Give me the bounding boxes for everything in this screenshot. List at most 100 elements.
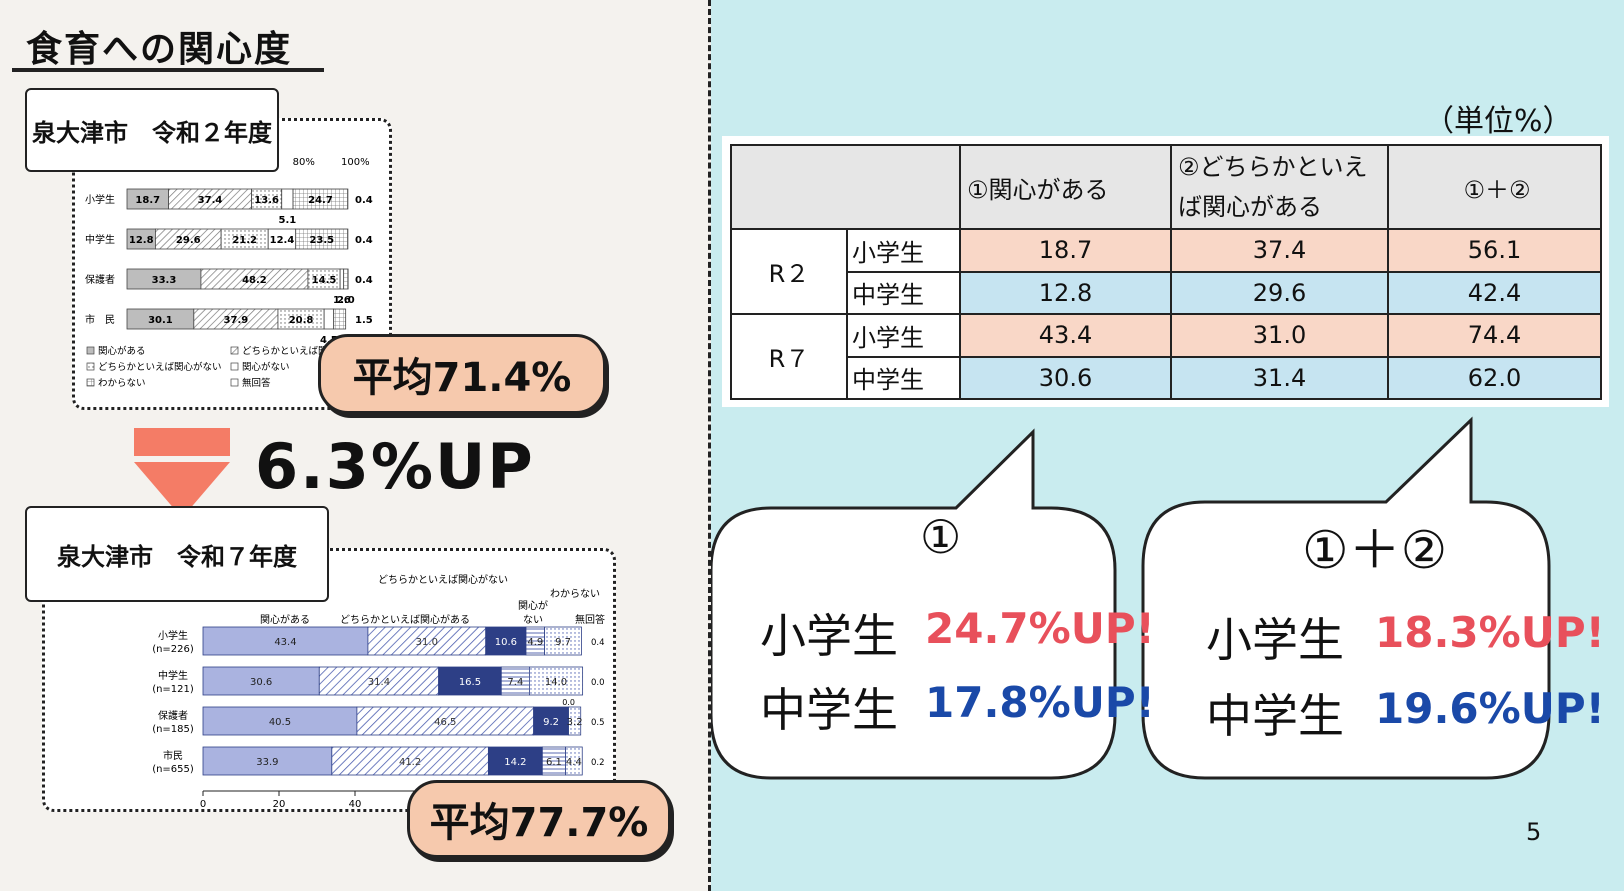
legend-swatch: [86, 378, 95, 387]
data-label: 48.2: [242, 275, 267, 286]
table-cell: 74.4: [1387, 313, 1602, 358]
data-label: 0.4: [355, 195, 373, 206]
left-panel: 食育への関心度 80% 100% 小学生 18.7 37.4 13.6 5.1 24.7 0.4…: [0, 0, 708, 891]
data-label: 0.5: [591, 718, 605, 728]
series-header: どちらかといえば関心がある: [340, 613, 470, 626]
table-cell: 56.1: [1387, 228, 1602, 273]
r7-average-pill: 平均77.7%: [407, 780, 671, 858]
legend-swatch: [230, 346, 239, 355]
bubble1-elem-label: 小学生: [760, 609, 898, 663]
table-header-empty: [730, 144, 961, 230]
data-label: 24.7: [308, 195, 333, 206]
data-label: 2.0: [337, 295, 355, 306]
legend-label: 関心がない: [242, 361, 290, 373]
table-cell: 62.0: [1387, 355, 1602, 400]
comparison-table: ①関心がある ②どちらかといえば関心がある ①＋② R２ 小学生 18.7 37…: [730, 144, 1602, 400]
data-label: 4.9: [527, 637, 543, 648]
x-tick-label: 40: [349, 799, 362, 809]
category-count: (n=121): [152, 684, 194, 695]
bubble2-elem-label: 小学生: [1206, 613, 1344, 667]
legend-swatch: [86, 362, 95, 371]
table-group-cell: 中学生: [846, 355, 961, 400]
category-count: (n=655): [152, 764, 194, 775]
table-cell: 29.6: [1170, 270, 1389, 315]
legend-label: 関心がある: [98, 345, 146, 357]
data-label: 37.4: [198, 195, 223, 206]
data-label: 41.2: [399, 757, 421, 768]
category-label: 中学生: [158, 669, 188, 682]
data-label: 46.5: [434, 717, 456, 728]
bubble2-mid-value: 19.6%UP!: [1375, 684, 1605, 733]
bar-segment: [343, 268, 349, 290]
data-label: 0.2: [591, 758, 605, 768]
data-label: 30.1: [148, 315, 173, 326]
category-count: (n=226): [152, 644, 194, 655]
data-label: 6.1: [546, 757, 562, 768]
category-label: 市民: [163, 749, 183, 762]
series-header: ない: [523, 614, 543, 626]
tick-label: 100%: [341, 157, 370, 168]
legend-label: 無回答: [242, 377, 271, 389]
table-header-col1: ①関心がある: [959, 144, 1172, 230]
bar-segment: [323, 308, 335, 330]
data-label: 18.7: [135, 195, 160, 206]
data-label: 43.4: [274, 637, 296, 648]
category-label: 保護者: [85, 273, 115, 286]
table-cell: 30.6: [959, 355, 1172, 400]
category-label: 市 民: [85, 313, 115, 326]
data-label: 23.5: [309, 235, 334, 246]
bar-segment: [281, 188, 294, 210]
legend-swatch: [230, 378, 239, 387]
table-year-cell: R７: [730, 313, 848, 400]
category-label: 小学生: [85, 193, 115, 206]
data-label: 16.5: [459, 677, 481, 688]
data-label: 20.8: [289, 315, 314, 326]
bubble2-title: ①＋②: [1302, 521, 1448, 581]
comparison-table-wrapper: ①関心がある ②どちらかといえば関心がある ①＋② R２ 小学生 18.7 37…: [722, 136, 1609, 407]
data-label: 4.4: [566, 757, 582, 768]
legend-label: わからない: [98, 378, 146, 389]
data-label: 0.4: [355, 275, 373, 286]
table-cell: 18.7: [959, 228, 1172, 273]
table-cell: 31.4: [1170, 355, 1389, 400]
table-row: R２ 小学生 18.7 37.4 56.1: [730, 228, 1602, 315]
series-header: 関心が: [518, 599, 548, 612]
data-label: 9.2: [543, 717, 559, 728]
r7-label: 泉大津市 令和７年度: [25, 506, 329, 602]
bubble1-elem-value: 24.7%UP!: [925, 604, 1155, 653]
category-label: 保護者: [158, 709, 188, 722]
category-label: 小学生: [158, 629, 188, 642]
data-label: 14.0: [545, 677, 567, 688]
category-label: 中学生: [85, 233, 115, 246]
series-header: 無回答: [575, 613, 605, 626]
data-label: 30.6: [250, 677, 272, 688]
bubble1-title: ①: [920, 510, 962, 564]
table-row: 中学生 12.8 29.6 42.4: [731, 270, 1602, 315]
table-header-col2: ②どちらかといえば関心がある: [1170, 144, 1389, 230]
data-label: 3.2: [567, 717, 583, 728]
title-underline: [12, 68, 324, 72]
data-label: 40.5: [269, 717, 291, 728]
table-cell: 37.4: [1170, 228, 1389, 273]
unit-label: （単位%）: [1424, 104, 1573, 139]
data-label: 7.4: [507, 677, 523, 688]
page-number: 5: [1526, 818, 1542, 846]
page-title: 食育への関心度: [26, 29, 293, 70]
table-header-col3: ①＋②: [1387, 144, 1602, 230]
data-label: 12.8: [129, 235, 154, 246]
legend-swatch: [86, 346, 95, 355]
data-label: 21.2: [232, 235, 257, 246]
increase-text: 6.3%UP: [255, 430, 535, 503]
data-label: 1.5: [355, 315, 373, 326]
data-label: 0.0: [562, 698, 575, 707]
table-row: R７ 小学生 43.4 31.0 74.4: [730, 313, 1602, 400]
table-cell: 31.0: [1170, 313, 1389, 358]
table-group-cell: 小学生: [846, 313, 961, 358]
series-header: わからない: [550, 588, 600, 600]
data-label: 33.9: [256, 757, 278, 768]
table-group-cell: 小学生: [846, 228, 961, 273]
bubble2-mid-label: 中学生: [1206, 689, 1344, 743]
r2-label: 泉大津市 令和２年度: [25, 88, 279, 172]
x-tick-label: 20: [273, 799, 286, 809]
data-label: 9.7: [555, 637, 571, 648]
